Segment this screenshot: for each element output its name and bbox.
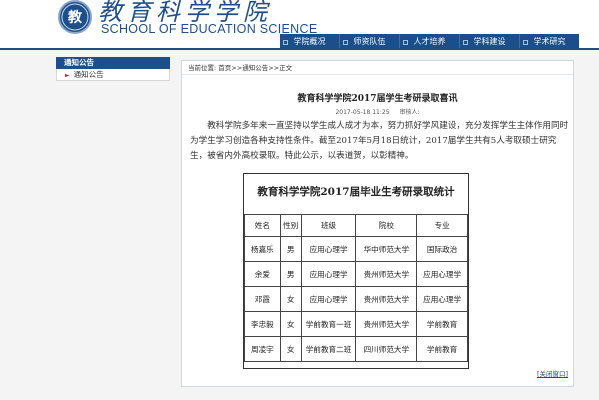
main-nav: 学院概况 师资队伍 人才培养 学科建设 学术研究 (280, 34, 579, 49)
breadcrumb-separator: >> (268, 64, 280, 72)
table-cell: 贵州师范大学 (355, 261, 418, 287)
table-cell: 男 (279, 236, 302, 262)
table-cell: 应用心理学 (416, 261, 468, 287)
table-cell: 女 (279, 336, 302, 362)
article-paragraph: 教科学院多年来一直坚持以学生成人成才为本，努力抓好学风建设，充分发挥学生主体作用… (190, 121, 569, 161)
table-cell: 杨嘉乐 (244, 236, 281, 262)
table-cell: 应用心理学 (300, 286, 357, 312)
sidebar: 通知公告 ► 通知公告 (56, 57, 170, 81)
table-cell: 学前教育一班 (300, 311, 357, 337)
table-cell: 应用心理学 (416, 286, 468, 312)
table-cell: 国际政治 (416, 236, 468, 262)
table-header-cell: 班级 (300, 214, 357, 237)
school-seal-logo[interactable]: 教 (58, 0, 92, 34)
table-row: 李忠毅 女 学前教育一班 贵州师范大学 学前教育 (244, 311, 468, 337)
arrow-bullet-icon: ► (65, 72, 70, 79)
nav-item-research[interactable]: 学术研究 (519, 34, 579, 49)
table-header-cell: 性别 (279, 214, 302, 237)
table-cell: 女 (279, 286, 302, 312)
table-row: 周凌宇 女 学前教育二班 四川师范大学 学前教育 (244, 336, 468, 362)
table-header-cell: 姓名 (244, 214, 281, 237)
nav-item-faculty[interactable]: 师资队伍 (339, 34, 399, 49)
table-cell: 应用心理学 (300, 261, 357, 287)
close-window-link[interactable]: [关闭窗口] (537, 368, 568, 378)
table-row: 杨嘉乐 男 应用心理学 华中师范大学 国际政治 (244, 236, 468, 262)
table-cell: 学前教育 (416, 336, 468, 362)
table-cell: 邓霞 (244, 286, 281, 312)
article-panel: 当前位置: 首页>>通知公告>>正文 教育科学学院2017届学生考研录取喜讯 2… (181, 60, 574, 387)
table-cell: 周凌宇 (244, 336, 281, 362)
table-header-cell: 院校 (355, 214, 418, 237)
table-cell: 贵州师范大学 (355, 286, 418, 312)
nav-item-about[interactable]: 学院概况 (280, 34, 339, 49)
table-row: 邓霞 女 应用心理学 贵州师范大学 应用心理学 (244, 286, 468, 312)
article-meta: 2017-05-18 11:25 审核人: (182, 107, 573, 116)
breadcrumb-notices-link[interactable]: 通知公告 (242, 64, 268, 72)
breadcrumb-current: 正文 (279, 64, 293, 72)
sidebar-item-notices[interactable]: ► 通知公告 (56, 69, 170, 81)
table-header-row: 姓名 性别 班级 院校 专业 (244, 214, 468, 237)
table-title: 教育科学学院2017届毕业生考研录取统计 (257, 186, 455, 198)
table-cell: 女 (279, 311, 302, 337)
admission-table: 姓名 性别 班级 院校 专业 杨嘉乐 男 应用心理学 华中师范大学 国际政治 余… (244, 214, 468, 362)
table-cell: 男 (279, 261, 302, 287)
table-cell: 学前教育 (416, 311, 468, 337)
table-cell: 李忠毅 (244, 311, 281, 337)
site-title-cn: 教育科学学院 (98, 0, 272, 26)
table-cell: 余爱 (244, 261, 281, 287)
breadcrumb-home-link[interactable]: 首页 (218, 64, 231, 72)
sidebar-title: 通知公告 (56, 57, 170, 69)
sidebar-item-label: 通知公告 (73, 70, 104, 79)
table-cell: 应用心理学 (300, 236, 357, 262)
article-date: 2017-05-18 11:25 (335, 109, 390, 116)
bracket-close: ] (565, 370, 569, 378)
table-row: 余爱 男 应用心理学 贵州师范大学 应用心理学 (244, 261, 468, 287)
nav-item-education[interactable]: 人才培养 (399, 34, 459, 49)
admission-table-box: 教育科学学院2017届毕业生考研录取统计 姓名 性别 班级 院校 专业 杨嘉乐 … (243, 173, 469, 369)
table-header-cell: 专业 (416, 214, 468, 237)
breadcrumb-prefix: 当前位置: (188, 64, 217, 72)
seal-glyph: 教 (68, 9, 83, 26)
header-divider (0, 48, 599, 50)
breadcrumb: 当前位置: 首页>>通知公告>>正文 (182, 61, 573, 75)
table-cell: 四川师范大学 (355, 336, 418, 362)
close-window-label: 关闭窗口 (539, 370, 566, 378)
article-reviewer-label: 审核人: (399, 109, 420, 116)
table-cell: 贵州师范大学 (355, 311, 418, 337)
table-cell: 华中师范大学 (355, 236, 418, 262)
table-cell: 学前教育二班 (300, 336, 357, 362)
nav-item-discipline[interactable]: 学科建设 (459, 34, 519, 49)
article-title: 教育科学学院2017届学生考研录取喜讯 (297, 94, 458, 104)
breadcrumb-separator: >> (231, 64, 243, 72)
